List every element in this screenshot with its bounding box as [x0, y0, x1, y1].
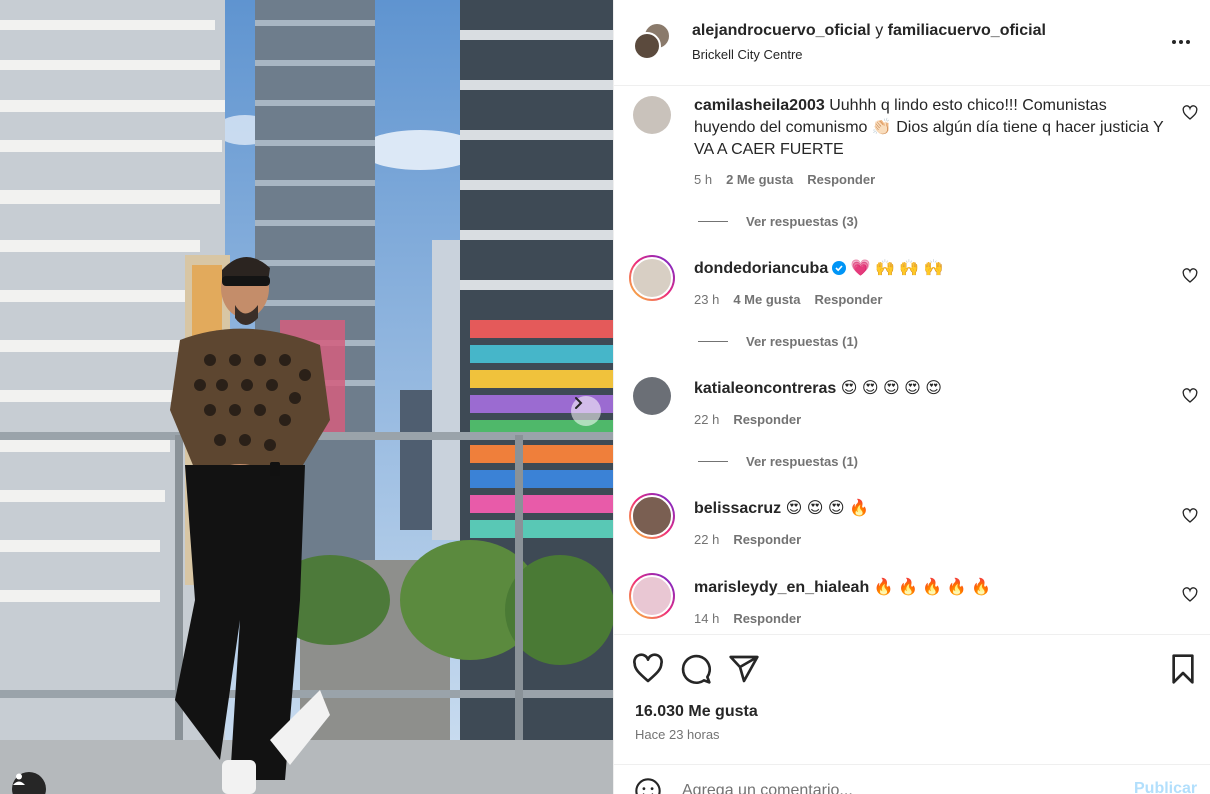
view-replies-button[interactable]: Ver respuestas (1): [698, 454, 858, 469]
comments-list[interactable]: camilasheila2003 Uuhhh q lindo esto chic…: [614, 87, 1210, 633]
commenter-username[interactable]: belissacruz: [694, 500, 781, 517]
comment-time[interactable]: 14 h: [694, 611, 719, 626]
comment-meta: 14 h Responder: [694, 611, 815, 626]
comment-text: 😍 😍 😍 🔥: [785, 500, 869, 517]
commenter-username[interactable]: camilasheila2003: [694, 97, 825, 114]
reply-button[interactable]: Responder: [733, 412, 801, 427]
author-avatar[interactable]: [633, 32, 661, 60]
bookmark-icon[interactable]: [1167, 653, 1199, 685]
comment-body: camilasheila2003 Uuhhh q lindo esto chic…: [694, 95, 1164, 161]
commenter-avatar[interactable]: [633, 96, 671, 134]
comment-body: katialeoncontreras 😍 😍 😍 😍 😍: [694, 378, 1164, 400]
comment-body: dondedoriancuba 💗 🙌 🙌 🙌: [694, 258, 1164, 280]
heart-icon[interactable]: [1182, 105, 1198, 121]
post-panel: alejandrocuervo_oficial y familiacuervo_…: [613, 0, 1210, 794]
comment-meta: 5 h 2 Me gusta Responder: [694, 172, 889, 187]
view-replies-label: Ver respuestas (3): [746, 214, 859, 229]
verified-badge-icon: [832, 261, 847, 275]
emoji-icon[interactable]: [634, 777, 662, 794]
post-authors: alejandrocuervo_oficial y familiacuervo_…: [692, 22, 1046, 40]
commenter-avatar[interactable]: [629, 255, 675, 301]
heart-icon[interactable]: [1182, 388, 1198, 404]
commenter-avatar[interactable]: [629, 573, 675, 619]
comment-meta: 22 h Responder: [694, 532, 815, 547]
carousel-next-button[interactable]: [571, 396, 601, 426]
author-avatars[interactable]: [633, 22, 671, 60]
publish-button[interactable]: Publicar: [1134, 780, 1197, 794]
post-header: alejandrocuervo_oficial y familiacuervo_…: [614, 0, 1210, 86]
author-connector: y: [875, 22, 884, 39]
comment-likes[interactable]: 4 Me gusta: [733, 292, 800, 307]
reply-button[interactable]: Responder: [807, 172, 875, 187]
post-location[interactable]: Brickell City Centre: [692, 47, 803, 62]
likes-count[interactable]: 16.030 Me gusta: [635, 703, 758, 721]
comment-time[interactable]: 22 h: [694, 412, 719, 427]
author-username[interactable]: alejandrocuervo_oficial: [692, 22, 871, 39]
view-replies-label: Ver respuestas (1): [746, 334, 859, 349]
chevron-right-icon: [575, 397, 583, 409]
view-replies-label: Ver respuestas (1): [746, 454, 859, 469]
replies-divider: [698, 341, 728, 342]
comment-text: 💗 🙌 🙌 🙌: [850, 260, 944, 277]
reply-button[interactable]: Responder: [815, 292, 883, 307]
view-replies-button[interactable]: Ver respuestas (3): [698, 214, 858, 229]
comment-input[interactable]: [682, 779, 1102, 794]
post-photo: [0, 0, 613, 794]
comment-body: marisleydy_en_hialeah 🔥 🔥 🔥 🔥 🔥: [694, 577, 1164, 599]
commenter-avatar[interactable]: [629, 493, 675, 539]
photo-scene: [0, 0, 613, 794]
commenter-username[interactable]: marisleydy_en_hialeah: [694, 579, 869, 596]
comment-time[interactable]: 5 h: [694, 172, 712, 187]
like-heart-icon[interactable]: [632, 653, 664, 685]
commenter-username[interactable]: katialeoncontreras: [694, 380, 836, 397]
more-options-button[interactable]: [1166, 30, 1196, 54]
replies-divider: [698, 221, 728, 222]
post-timestamp[interactable]: Hace 23 horas: [635, 727, 720, 742]
comment-meta: 22 h Responder: [694, 412, 815, 427]
commenter-username[interactable]: dondedoriancuba: [694, 260, 828, 277]
comment-likes[interactable]: 2 Me gusta: [726, 172, 793, 187]
comment-text: 😍 😍 😍 😍 😍: [840, 380, 942, 397]
comment-composer: Publicar: [614, 764, 1210, 794]
post-actions: 16.030 Me gusta Hace 23 horas: [614, 634, 1210, 764]
comment-body: belissacruz 😍 😍 😍 🔥: [694, 498, 1164, 520]
reply-button[interactable]: Responder: [733, 532, 801, 547]
heart-icon[interactable]: [1182, 268, 1198, 284]
comment-time[interactable]: 22 h: [694, 532, 719, 547]
commenter-avatar[interactable]: [633, 377, 671, 415]
comment-time[interactable]: 23 h: [694, 292, 719, 307]
comment-icon[interactable]: [680, 653, 712, 685]
view-replies-button[interactable]: Ver respuestas (1): [698, 334, 858, 349]
comment-text: 🔥 🔥 🔥 🔥 🔥: [873, 579, 992, 596]
user-tag-icon: [13, 773, 25, 785]
more-options-icon: [1172, 40, 1190, 44]
coauthor-username[interactable]: familiacuervo_oficial: [888, 22, 1046, 39]
heart-icon[interactable]: [1182, 508, 1198, 524]
replies-divider: [698, 461, 728, 462]
comment-meta: 23 h 4 Me gusta Responder: [694, 292, 896, 307]
heart-icon[interactable]: [1182, 587, 1198, 603]
share-icon[interactable]: [728, 653, 760, 685]
reply-button[interactable]: Responder: [733, 611, 801, 626]
